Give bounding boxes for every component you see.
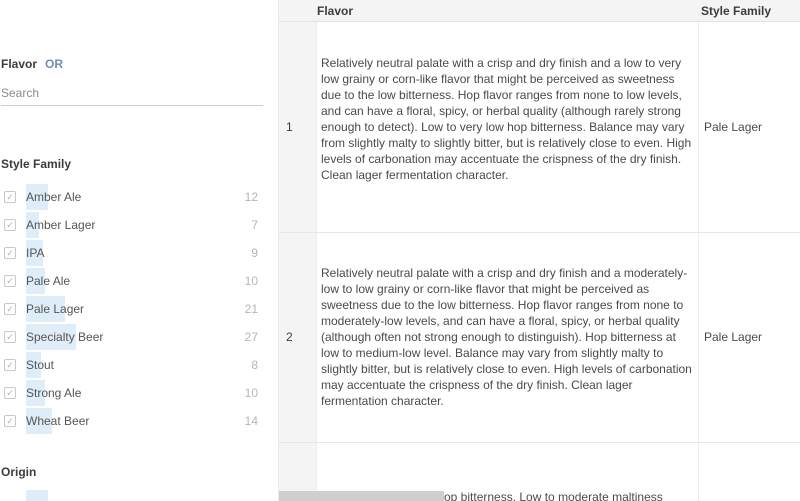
facet-item[interactable]: ✓ IPA 9 [0, 239, 262, 267]
row-index: 2 [286, 330, 293, 344]
checkbox[interactable]: ✓ [4, 275, 16, 287]
facet-count: 7 [251, 218, 258, 232]
facet-label: Amber Ale [26, 190, 82, 204]
facet-count: 12 [244, 190, 258, 204]
flavor-search-input[interactable] [1, 80, 263, 106]
checkbox[interactable]: ✓ [4, 415, 16, 427]
facet-count: 8 [251, 358, 258, 372]
horizontal-scrollbar[interactable] [279, 491, 444, 501]
partial-flavor-cell: op bitterness. Low to moderate maltiness [444, 490, 663, 501]
checkbox[interactable]: ✓ [4, 387, 16, 399]
facet-count: 14 [244, 414, 258, 428]
facet-item[interactable]: ✓ Amber Lager 7 [0, 211, 262, 239]
facet-count: 27 [244, 330, 258, 344]
checkbox[interactable]: ✓ [4, 191, 16, 203]
table-row[interactable]: 1 Relatively neutral palate with a crisp… [279, 22, 800, 233]
style-family-title: Style Family [1, 157, 72, 171]
facet-item[interactable]: ✓ Amber Ale 12 [0, 183, 262, 211]
facet-label: Pale Ale [26, 274, 71, 288]
facet-label: IPA [26, 246, 45, 260]
facet-label: Stout [26, 358, 55, 372]
facet-item[interactable]: ✓ Strong Ale 10 [0, 379, 262, 407]
facet-label: Specialty Beer [26, 330, 104, 344]
style-family-facet-list: ✓ Amber Ale 12 ✓ Amber Lager 7 ✓ IPA 9 ✓… [0, 183, 262, 435]
facet-item[interactable]: ✓ Pale Lager 21 [0, 295, 262, 323]
facet-item[interactable]: ✓ Wheat Beer 14 [0, 407, 262, 435]
data-table: Flavor Style Family 1 Relatively neutral… [278, 0, 800, 501]
facet-count: 21 [244, 302, 258, 316]
facet-item[interactable]: ✓ Pale Ale 10 [0, 267, 262, 295]
style-family-cell: Pale Lager [704, 330, 763, 344]
flavor-cell: Relatively neutral palate with a crisp a… [321, 56, 692, 182]
flavor-cell: Relatively neutral palate with a crisp a… [321, 266, 692, 408]
facet-count: 10 [244, 386, 258, 400]
checkbox[interactable]: ✓ [4, 219, 16, 231]
table-row[interactable]: 2 Relatively neutral palate with a crisp… [279, 233, 800, 443]
facet-label: Pale Lager [26, 302, 85, 316]
facet-item[interactable]: ✓ Stout 8 [0, 351, 262, 379]
flavor-filter-header: Flavor OR [1, 57, 63, 71]
checkbox[interactable]: ✓ [4, 247, 16, 259]
filter-sidebar: Flavor OR Style Family ✓ Amber Ale 12 ✓ A… [0, 0, 278, 501]
facet-item[interactable]: ✓ Specialty Beer 27 [0, 323, 262, 351]
checkbox[interactable]: ✓ [4, 303, 16, 315]
style-family-cell: Pale Lager [704, 120, 763, 134]
facet-count: 10 [244, 274, 258, 288]
flavor-filter-title: Flavor [1, 57, 38, 71]
facet-count: 9 [251, 246, 258, 260]
or-toggle[interactable]: OR [45, 57, 63, 71]
row-index: 1 [286, 120, 293, 134]
facet-label: Wheat Beer [26, 414, 90, 428]
origin-title: Origin [1, 465, 37, 479]
flavor-column-header[interactable]: Flavor [317, 4, 353, 18]
facet-label: Amber Lager [26, 218, 96, 232]
table-header-row: Flavor Style Family [279, 0, 800, 22]
checkbox[interactable]: ✓ [4, 359, 16, 371]
style-family-column-header[interactable]: Style Family [701, 4, 771, 18]
facet-label: Strong Ale [26, 386, 82, 400]
checkbox[interactable]: ✓ [4, 331, 16, 343]
facet-count-bar [26, 490, 48, 501]
